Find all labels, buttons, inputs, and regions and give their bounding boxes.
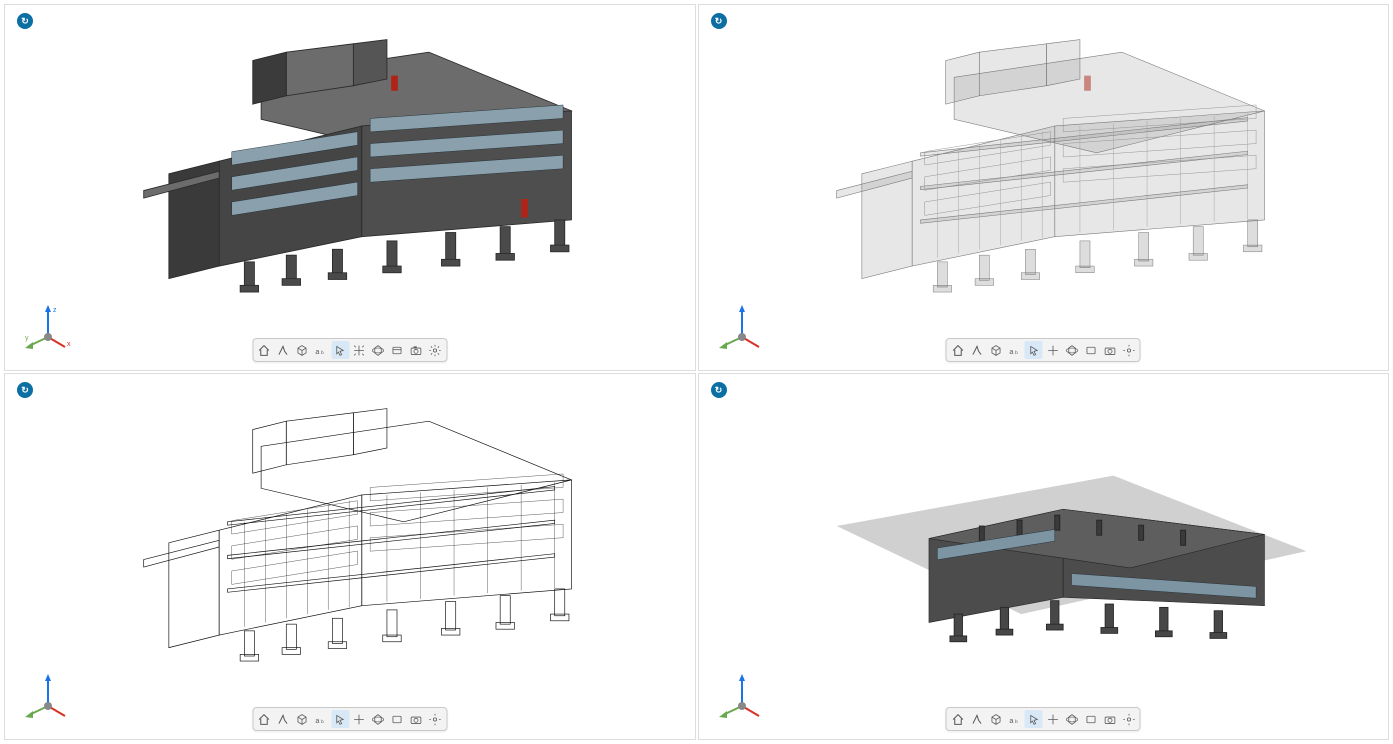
orbit-button[interactable] [369, 341, 387, 359]
model-canvas[interactable] [769, 384, 1359, 694]
axis-y-label: y [25, 335, 29, 342]
svg-text:a: a [1009, 346, 1014, 355]
text-size-button[interactable]: ab [1006, 341, 1024, 359]
orbit-button[interactable] [1063, 341, 1081, 359]
axis-gizmo[interactable] [717, 302, 767, 352]
building-wireframe [99, 396, 641, 681]
view-toolbar: ab [946, 338, 1141, 362]
camera-button[interactable] [1101, 341, 1119, 359]
axis-gizmo[interactable]: z y x [23, 302, 73, 352]
home-button[interactable] [949, 341, 967, 359]
building-shaded [99, 27, 641, 312]
view-badge-icon[interactable]: ↻ [17, 382, 33, 398]
camera-button[interactable] [1101, 710, 1119, 728]
pan-button[interactable] [350, 710, 368, 728]
home-button[interactable] [255, 341, 273, 359]
camera-button[interactable] [407, 341, 425, 359]
viewport-bottom-right[interactable]: ↻ [698, 373, 1390, 740]
settings-button[interactable] [1120, 341, 1138, 359]
svg-text:a: a [316, 715, 321, 724]
axis-z-label: z [53, 307, 57, 314]
model-canvas[interactable] [75, 384, 665, 694]
walk-button[interactable] [274, 341, 292, 359]
orbit-button[interactable] [1063, 710, 1081, 728]
section-box-button[interactable] [987, 341, 1005, 359]
building-ghost [792, 27, 1334, 312]
svg-text:a: a [316, 346, 321, 355]
svg-text:b: b [1015, 718, 1018, 724]
view-badge-icon[interactable]: ↻ [17, 13, 33, 29]
view-toolbar: ab [252, 707, 447, 731]
look-button[interactable] [1082, 710, 1100, 728]
camera-button[interactable] [407, 710, 425, 728]
text-size-button[interactable]: ab [1006, 710, 1024, 728]
settings-button[interactable] [426, 710, 444, 728]
walk-button[interactable] [968, 341, 986, 359]
look-button[interactable] [1082, 341, 1100, 359]
walk-button[interactable] [274, 710, 292, 728]
model-canvas[interactable] [769, 15, 1359, 325]
select-button[interactable] [1025, 710, 1043, 728]
orbit-button[interactable] [369, 710, 387, 728]
svg-text:a: a [1009, 715, 1014, 724]
look-button[interactable] [388, 710, 406, 728]
svg-text:b: b [1015, 349, 1018, 355]
settings-button[interactable] [1120, 710, 1138, 728]
text-size-button[interactable]: ab [312, 710, 330, 728]
section-box-button[interactable] [293, 710, 311, 728]
view-toolbar: ab [252, 338, 447, 362]
axis-gizmo[interactable] [23, 671, 73, 721]
axis-gizmo[interactable] [717, 671, 767, 721]
select-button[interactable] [331, 341, 349, 359]
svg-text:b: b [321, 349, 324, 355]
viewport-top-left[interactable]: ↻ [4, 4, 696, 371]
view-badge-icon[interactable]: ↻ [711, 382, 727, 398]
home-button[interactable] [949, 710, 967, 728]
model-canvas[interactable] [75, 15, 665, 325]
home-button[interactable] [255, 710, 273, 728]
select-button[interactable] [1025, 341, 1043, 359]
section-box-button[interactable] [987, 710, 1005, 728]
svg-text:b: b [321, 718, 324, 724]
viewport-top-right[interactable]: ↻ [698, 4, 1390, 371]
walk-button[interactable] [968, 710, 986, 728]
view-badge-icon[interactable]: ↻ [711, 13, 727, 29]
axis-x-label: x [67, 341, 71, 348]
pan-button[interactable] [1044, 341, 1062, 359]
pan-button[interactable] [350, 341, 368, 359]
text-size-button[interactable]: ab [312, 341, 330, 359]
pan-button[interactable] [1044, 710, 1062, 728]
look-button[interactable] [388, 341, 406, 359]
viewport-bottom-left[interactable]: ↻ [4, 373, 696, 740]
building-section [792, 396, 1334, 681]
section-box-button[interactable] [293, 341, 311, 359]
settings-button[interactable] [426, 341, 444, 359]
select-button[interactable] [331, 710, 349, 728]
view-toolbar: ab [946, 707, 1141, 731]
